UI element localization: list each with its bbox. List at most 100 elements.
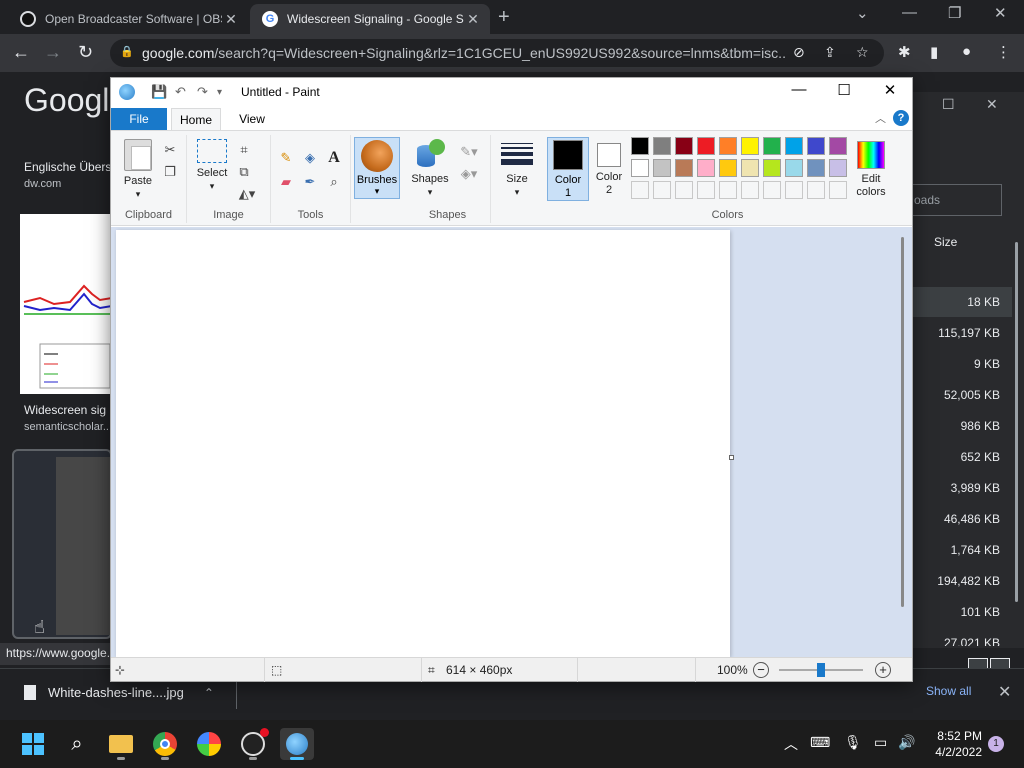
panel-close-icon[interactable]: ✕ bbox=[986, 96, 998, 113]
close-downloads-bar-icon[interactable]: ✕ bbox=[998, 682, 1011, 702]
tab-obs[interactable]: Open Broadcaster Software | OBS ✕ bbox=[8, 4, 248, 34]
zoom-out-button[interactable]: − bbox=[753, 662, 769, 678]
result-thumbnail-selected[interactable] bbox=[12, 449, 112, 639]
palette-swatch[interactable] bbox=[807, 159, 825, 177]
close-icon[interactable]: ✕ bbox=[994, 4, 1007, 22]
share-icon[interactable]: ⇪ bbox=[824, 44, 836, 61]
tab-view[interactable]: View bbox=[231, 108, 273, 130]
downloads-search-input[interactable]: oads bbox=[912, 184, 1002, 216]
show-hidden-icons-chevron-icon[interactable]: ︿ bbox=[784, 734, 798, 754]
size-button[interactable]: Size ▾ bbox=[497, 139, 537, 199]
save-icon[interactable]: 💾 bbox=[151, 84, 167, 100]
restore-icon[interactable]: ❐ bbox=[948, 4, 961, 22]
fill-bucket-icon[interactable]: ◈ bbox=[301, 149, 319, 167]
tab-google-search[interactable]: G Widescreen Signaling - Google S ✕ bbox=[250, 4, 490, 34]
menu-icon[interactable]: ⋮ bbox=[996, 43, 1011, 61]
paste-button[interactable]: Paste ▾ bbox=[121, 139, 155, 201]
palette-swatch[interactable] bbox=[653, 181, 671, 199]
chevron-up-icon[interactable]: ⌃ bbox=[204, 686, 214, 700]
file-menu-tab[interactable]: File bbox=[111, 108, 167, 130]
palette-swatch[interactable] bbox=[763, 137, 781, 155]
palette-swatch[interactable] bbox=[719, 137, 737, 155]
new-tab-button[interactable]: + bbox=[498, 6, 510, 29]
palette-swatch[interactable] bbox=[675, 137, 693, 155]
color-picker-icon[interactable]: ✒ bbox=[301, 173, 319, 191]
search-icon[interactable]: ⌕ bbox=[60, 728, 94, 760]
palette-swatch[interactable] bbox=[763, 181, 781, 199]
palette-swatch[interactable] bbox=[697, 159, 715, 177]
palette-swatch[interactable] bbox=[741, 137, 759, 155]
brushes-button[interactable]: Brushes ▾ bbox=[354, 137, 400, 199]
palette-swatch[interactable] bbox=[829, 159, 847, 177]
select-button[interactable]: Select ▾ bbox=[195, 139, 229, 193]
palette-swatch[interactable] bbox=[697, 181, 715, 199]
palette-swatch[interactable] bbox=[785, 137, 803, 155]
panel-maximize-icon[interactable]: ☐ bbox=[942, 96, 955, 113]
undo-icon[interactable]: ↶ bbox=[175, 84, 186, 100]
close-icon[interactable]: ✕ bbox=[875, 81, 905, 99]
palette-swatch[interactable] bbox=[675, 159, 693, 177]
palette-swatch[interactable] bbox=[719, 159, 737, 177]
palette-swatch[interactable] bbox=[631, 137, 649, 155]
palette-swatch[interactable] bbox=[697, 137, 715, 155]
close-tab-icon[interactable]: ✕ bbox=[222, 11, 240, 28]
notification-badge[interactable]: 1 bbox=[988, 736, 1004, 752]
side-panel-icon[interactable]: ▮ bbox=[930, 43, 938, 61]
color-1-button[interactable]: Color 1 bbox=[547, 137, 589, 201]
pencil-icon[interactable]: ✎ bbox=[277, 149, 295, 167]
palette-swatch[interactable] bbox=[631, 181, 649, 199]
close-tab-icon[interactable]: ✕ bbox=[464, 11, 482, 28]
palette-swatch[interactable] bbox=[807, 181, 825, 199]
show-all-link[interactable]: Show all bbox=[926, 684, 971, 698]
address-bar[interactable]: 🔒 google.com/search?q=Widescreen+Signali… bbox=[110, 39, 884, 67]
palette-swatch[interactable] bbox=[719, 181, 737, 199]
palette-swatch[interactable] bbox=[785, 159, 803, 177]
photos-icon[interactable] bbox=[192, 728, 226, 760]
paint-taskbar-icon[interactable] bbox=[280, 728, 314, 760]
cut-icon[interactable]: ✂ bbox=[161, 141, 179, 159]
collapse-ribbon-icon[interactable]: ︿ bbox=[875, 110, 886, 126]
paint-app-icon[interactable] bbox=[119, 84, 135, 100]
vertical-scrollbar[interactable] bbox=[901, 237, 904, 607]
tab-search-chevron-icon[interactable]: ⌄ bbox=[856, 4, 869, 22]
drawing-canvas[interactable] bbox=[116, 230, 730, 657]
color-2-button[interactable]: Color 2 bbox=[591, 141, 627, 197]
start-button[interactable] bbox=[16, 728, 50, 760]
back-icon[interactable]: ← bbox=[12, 42, 30, 63]
minimize-icon[interactable]: — bbox=[902, 4, 917, 21]
eraser-icon[interactable]: ▰ bbox=[277, 173, 295, 191]
palette-swatch[interactable] bbox=[829, 137, 847, 155]
palette-swatch[interactable] bbox=[653, 159, 671, 177]
palette-swatch[interactable] bbox=[785, 181, 803, 199]
help-icon[interactable]: ? bbox=[893, 110, 909, 126]
magnifier-icon[interactable]: ⌕ bbox=[325, 173, 343, 191]
chrome-icon[interactable] bbox=[148, 728, 182, 760]
rotate-icon[interactable]: ◭▾ bbox=[235, 185, 259, 203]
palette-swatch[interactable] bbox=[631, 159, 649, 177]
keyboard-icon[interactable]: ⌨ bbox=[810, 734, 830, 751]
palette-swatch[interactable] bbox=[741, 181, 759, 199]
shapes-button[interactable]: Shapes ▾ bbox=[409, 139, 451, 199]
download-item[interactable]: White-dashes-line....jpg ⌃ bbox=[24, 685, 214, 700]
copy-icon[interactable]: ❐ bbox=[161, 163, 179, 181]
extensions-icon[interactable]: ✱ bbox=[898, 43, 911, 61]
profile-icon[interactable]: ● bbox=[962, 43, 971, 60]
scrollbar[interactable] bbox=[1015, 242, 1018, 602]
palette-swatch[interactable] bbox=[653, 137, 671, 155]
crop-icon[interactable]: ⌗ bbox=[235, 141, 253, 159]
zoom-slider-thumb[interactable] bbox=[817, 663, 825, 677]
system-clock[interactable]: 8:52 PM 4/2/2022 bbox=[928, 728, 982, 760]
zoom-in-button[interactable]: + bbox=[875, 662, 891, 678]
reload-icon[interactable]: ↻ bbox=[78, 42, 93, 63]
outline-icon[interactable]: ✎▾ bbox=[457, 143, 481, 161]
customize-qat-icon[interactable]: ▾ bbox=[217, 87, 222, 98]
forward-icon[interactable]: → bbox=[44, 42, 62, 63]
palette-swatch[interactable] bbox=[829, 181, 847, 199]
fill-icon[interactable]: ◈▾ bbox=[457, 165, 481, 183]
tab-home[interactable]: Home bbox=[171, 108, 221, 130]
bookmark-star-icon[interactable]: ☆ bbox=[856, 44, 869, 61]
obs-icon[interactable] bbox=[236, 728, 270, 760]
redo-icon[interactable]: ↷ bbox=[197, 84, 208, 100]
lock-icon[interactable]: 🔒 bbox=[120, 45, 134, 58]
palette-swatch[interactable] bbox=[741, 159, 759, 177]
